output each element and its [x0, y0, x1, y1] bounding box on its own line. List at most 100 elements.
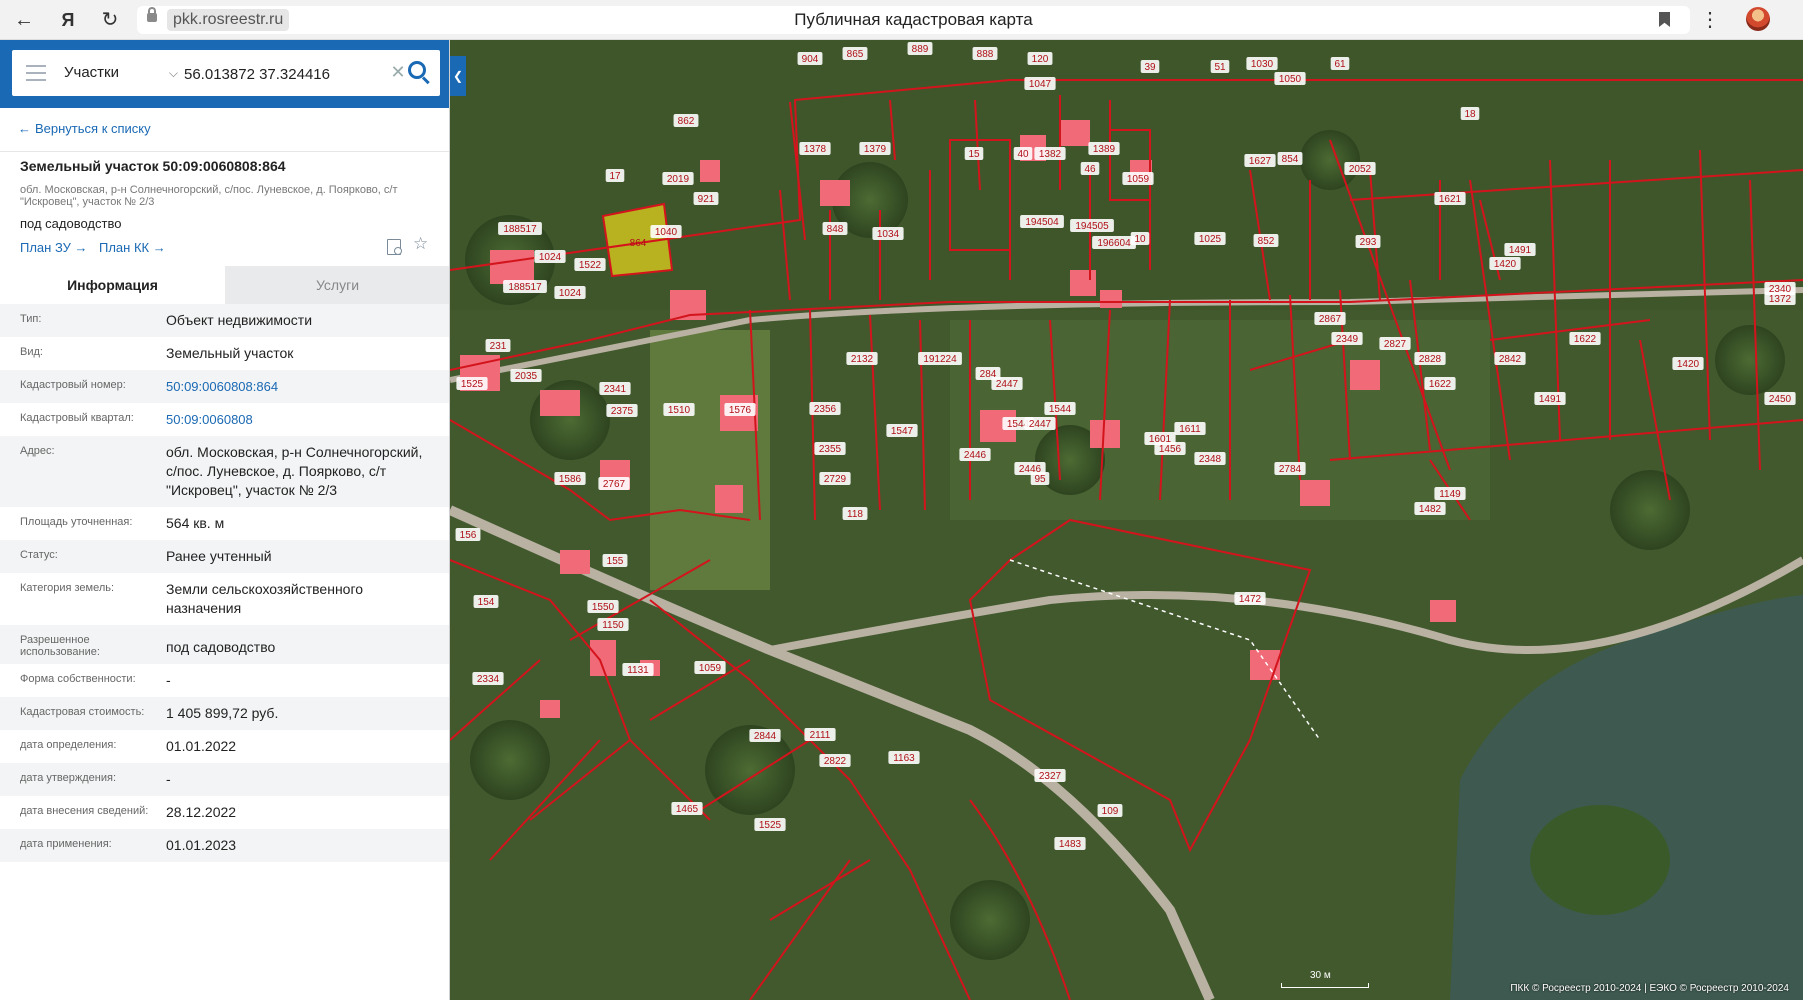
parcel-label[interactable]: 2111: [804, 728, 836, 741]
parcel-label[interactable]: 2327: [1034, 769, 1066, 782]
collapse-panel-button[interactable]: ❮: [450, 56, 466, 96]
parcel-label[interactable]: 2729: [819, 472, 851, 485]
parcel-label[interactable]: 1024: [534, 250, 566, 263]
browser-menu-icon[interactable]: ⋮: [1700, 6, 1720, 34]
parcel-label[interactable]: 2019: [662, 172, 694, 185]
parcel-label[interactable]: 1149: [1434, 487, 1466, 500]
parcel-label[interactable]: 231: [485, 339, 511, 352]
parcel-label[interactable]: 1389: [1088, 142, 1120, 155]
parcel-label[interactable]: 1050: [1274, 72, 1306, 85]
parcel-label[interactable]: 1047: [1024, 77, 1056, 90]
plan-kk-link[interactable]: План КК →: [99, 240, 166, 255]
parcel-label[interactable]: 188517: [498, 222, 542, 235]
bookmark-icon[interactable]: [1659, 12, 1670, 27]
parcel-label[interactable]: 1034: [872, 227, 904, 240]
parcel-label[interactable]: 39: [1140, 60, 1160, 73]
parcel-label[interactable]: 293: [1355, 235, 1381, 248]
parcel-label[interactable]: 1163: [888, 751, 920, 764]
parcel-label[interactable]: 2348: [1194, 452, 1226, 465]
parcel-label[interactable]: 1456: [1154, 442, 1186, 455]
parcel-label[interactable]: 2450: [1764, 392, 1796, 405]
yandex-logo-icon[interactable]: Я: [54, 6, 82, 34]
parcel-label[interactable]: 1576: [724, 403, 756, 416]
layer-select[interactable]: Участки ⌵: [64, 50, 178, 96]
parcel-label[interactable]: 2355: [814, 442, 846, 455]
address-bar[interactable]: pkk.rosreestr.ru Публичная кадастровая к…: [137, 6, 1690, 34]
parcel-label[interactable]: 2447: [991, 377, 1023, 390]
parcel-label[interactable]: 1131: [622, 663, 654, 676]
parcel-label[interactable]: 1622: [1569, 332, 1601, 345]
parcel-label[interactable]: 2822: [819, 754, 851, 767]
parcel-label[interactable]: 1379: [859, 142, 891, 155]
parcel-label[interactable]: 1378: [799, 142, 831, 155]
parcel-label[interactable]: 889: [907, 42, 933, 55]
search-input[interactable]: [182, 58, 386, 90]
parcel-label[interactable]: 2340: [1764, 282, 1796, 295]
parcel-label[interactable]: 1510: [663, 403, 695, 416]
star-icon[interactable]: ☆: [413, 234, 428, 254]
back-arrow-icon[interactable]: ←: [10, 6, 38, 34]
parcel-label[interactable]: 2767: [598, 477, 630, 490]
parcel-label[interactable]: 194504: [1020, 215, 1064, 228]
parcel-label[interactable]: 1544: [1044, 402, 1076, 415]
parcel-label[interactable]: 888: [972, 47, 998, 60]
parcel-label[interactable]: 118: [842, 507, 868, 520]
parcel-label[interactable]: 1040: [650, 225, 682, 238]
parcel-label[interactable]: 1420: [1672, 357, 1704, 370]
parcel-label[interactable]: 1611: [1174, 422, 1206, 435]
parcel-label[interactable]: 1525: [456, 377, 488, 390]
parcel-label[interactable]: 2827: [1379, 337, 1411, 350]
parcel-label[interactable]: 95: [1030, 472, 1050, 485]
parcel-label[interactable]: 194505: [1070, 219, 1114, 232]
parcel-label[interactable]: 2349: [1331, 332, 1363, 345]
parcel-label[interactable]: 2784: [1274, 462, 1306, 475]
url-text[interactable]: pkk.rosreestr.ru: [167, 9, 290, 31]
parcel-label[interactable]: 852: [1253, 234, 1279, 247]
parcel-label[interactable]: 848: [822, 222, 848, 235]
parcel-label[interactable]: 46: [1080, 162, 1100, 175]
parcel-label[interactable]: 865: [842, 47, 868, 60]
reload-icon[interactable]: ↻: [96, 6, 124, 34]
parcel-label[interactable]: 1150: [597, 618, 629, 631]
cadastral-map[interactable]: 904 865 889 888 120 1047 39 51 1030 1050 61 18 862 13…: [450, 40, 1803, 1000]
tab-services[interactable]: Услуги: [225, 266, 449, 304]
parcel-label[interactable]: 1491: [1504, 243, 1536, 256]
hamburger-menu-icon[interactable]: [26, 65, 46, 81]
parcel-label[interactable]: 188517: [503, 280, 547, 293]
parcel-label[interactable]: 18: [1460, 107, 1480, 120]
parcel-label[interactable]: 156: [455, 528, 481, 541]
parcel-label[interactable]: 854: [1277, 152, 1303, 165]
parcel-label[interactable]: 1622: [1424, 377, 1456, 390]
parcel-label[interactable]: 120: [1027, 52, 1053, 65]
parcel-label[interactable]: 1522: [574, 258, 606, 271]
parcel-label[interactable]: 196604: [1092, 236, 1136, 249]
profile-avatar-icon[interactable]: [1746, 7, 1770, 31]
parcel-label[interactable]: 2828: [1414, 352, 1446, 365]
cadastral-quarter-link[interactable]: 50:09:0060808: [166, 410, 436, 429]
parcel-label[interactable]: 1025: [1194, 232, 1226, 245]
parcel-label[interactable]: 2447: [1024, 417, 1056, 430]
map-canvas[interactable]: 904 865 889 888 120 1047 39 51 1030 1050 61 18 862 13…: [450, 40, 1803, 1000]
parcel-label[interactable]: 155: [602, 554, 628, 567]
parcel-label[interactable]: 51: [1210, 60, 1230, 73]
parcel-label[interactable]: 921: [693, 192, 719, 205]
parcel-label[interactable]: 1059: [1122, 172, 1154, 185]
parcel-label[interactable]: 10: [1130, 232, 1150, 245]
parcel-label[interactable]: 2341: [599, 382, 631, 395]
parcel-label[interactable]: 191224: [918, 352, 962, 365]
parcel-label[interactable]: 2356: [809, 402, 841, 415]
parcel-label[interactable]: 1483: [1054, 837, 1086, 850]
parcel-label[interactable]: 40: [1013, 147, 1033, 160]
tab-information[interactable]: Информация: [0, 266, 225, 304]
parcel-label[interactable]: 1420: [1489, 257, 1521, 270]
parcel-label[interactable]: 1030: [1246, 57, 1278, 70]
parcel-label[interactable]: 2446: [959, 448, 991, 461]
parcel-label[interactable]: 17: [605, 169, 625, 182]
parcel-label[interactable]: 1491: [1534, 392, 1566, 405]
parcel-label[interactable]: 1059: [694, 661, 726, 674]
parcel-label[interactable]: 15: [964, 147, 984, 160]
parcel-label[interactable]: 1472: [1234, 592, 1266, 605]
parcel-label[interactable]: 2052: [1344, 162, 1376, 175]
parcel-label[interactable]: 61: [1330, 57, 1350, 70]
document-search-icon[interactable]: [387, 239, 402, 255]
